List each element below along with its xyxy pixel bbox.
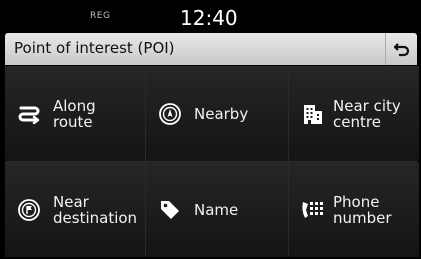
destination-flag-icon	[15, 196, 43, 224]
status-bar: REG 12:40	[0, 0, 421, 33]
name-label: Name	[194, 200, 239, 219]
header-bar: Point of interest (POI)	[5, 33, 417, 65]
along-route-button[interactable]: Along route	[5, 66, 145, 161]
near-destination-button[interactable]: Near destination	[5, 162, 145, 257]
clock: 12:40	[180, 6, 238, 30]
route-icon	[15, 100, 43, 128]
page-title: Point of interest (POI)	[14, 39, 175, 57]
tag-icon	[156, 196, 184, 224]
phone-number-label: Phone number	[333, 192, 392, 227]
name-button[interactable]: Name	[146, 162, 288, 257]
nearby-label: Nearby	[194, 104, 249, 123]
nearby-compass-icon	[156, 100, 184, 128]
reg-indicator: REG	[90, 11, 111, 21]
near-city-centre-label: Near city centre	[333, 96, 401, 131]
poi-menu-grid: Along route Nearby Near city centre Near…	[5, 66, 419, 257]
nearby-button[interactable]: Nearby	[146, 66, 288, 161]
near-city-centre-button[interactable]: Near city centre	[289, 66, 419, 161]
back-button[interactable]	[385, 33, 417, 65]
back-arrow-icon	[393, 43, 409, 57]
along-route-label: Along route	[53, 96, 96, 131]
phone-number-button[interactable]: Phone number	[289, 162, 419, 257]
city-building-icon	[299, 100, 327, 128]
near-destination-label: Near destination	[53, 192, 138, 227]
phone-keypad-icon	[299, 196, 327, 224]
